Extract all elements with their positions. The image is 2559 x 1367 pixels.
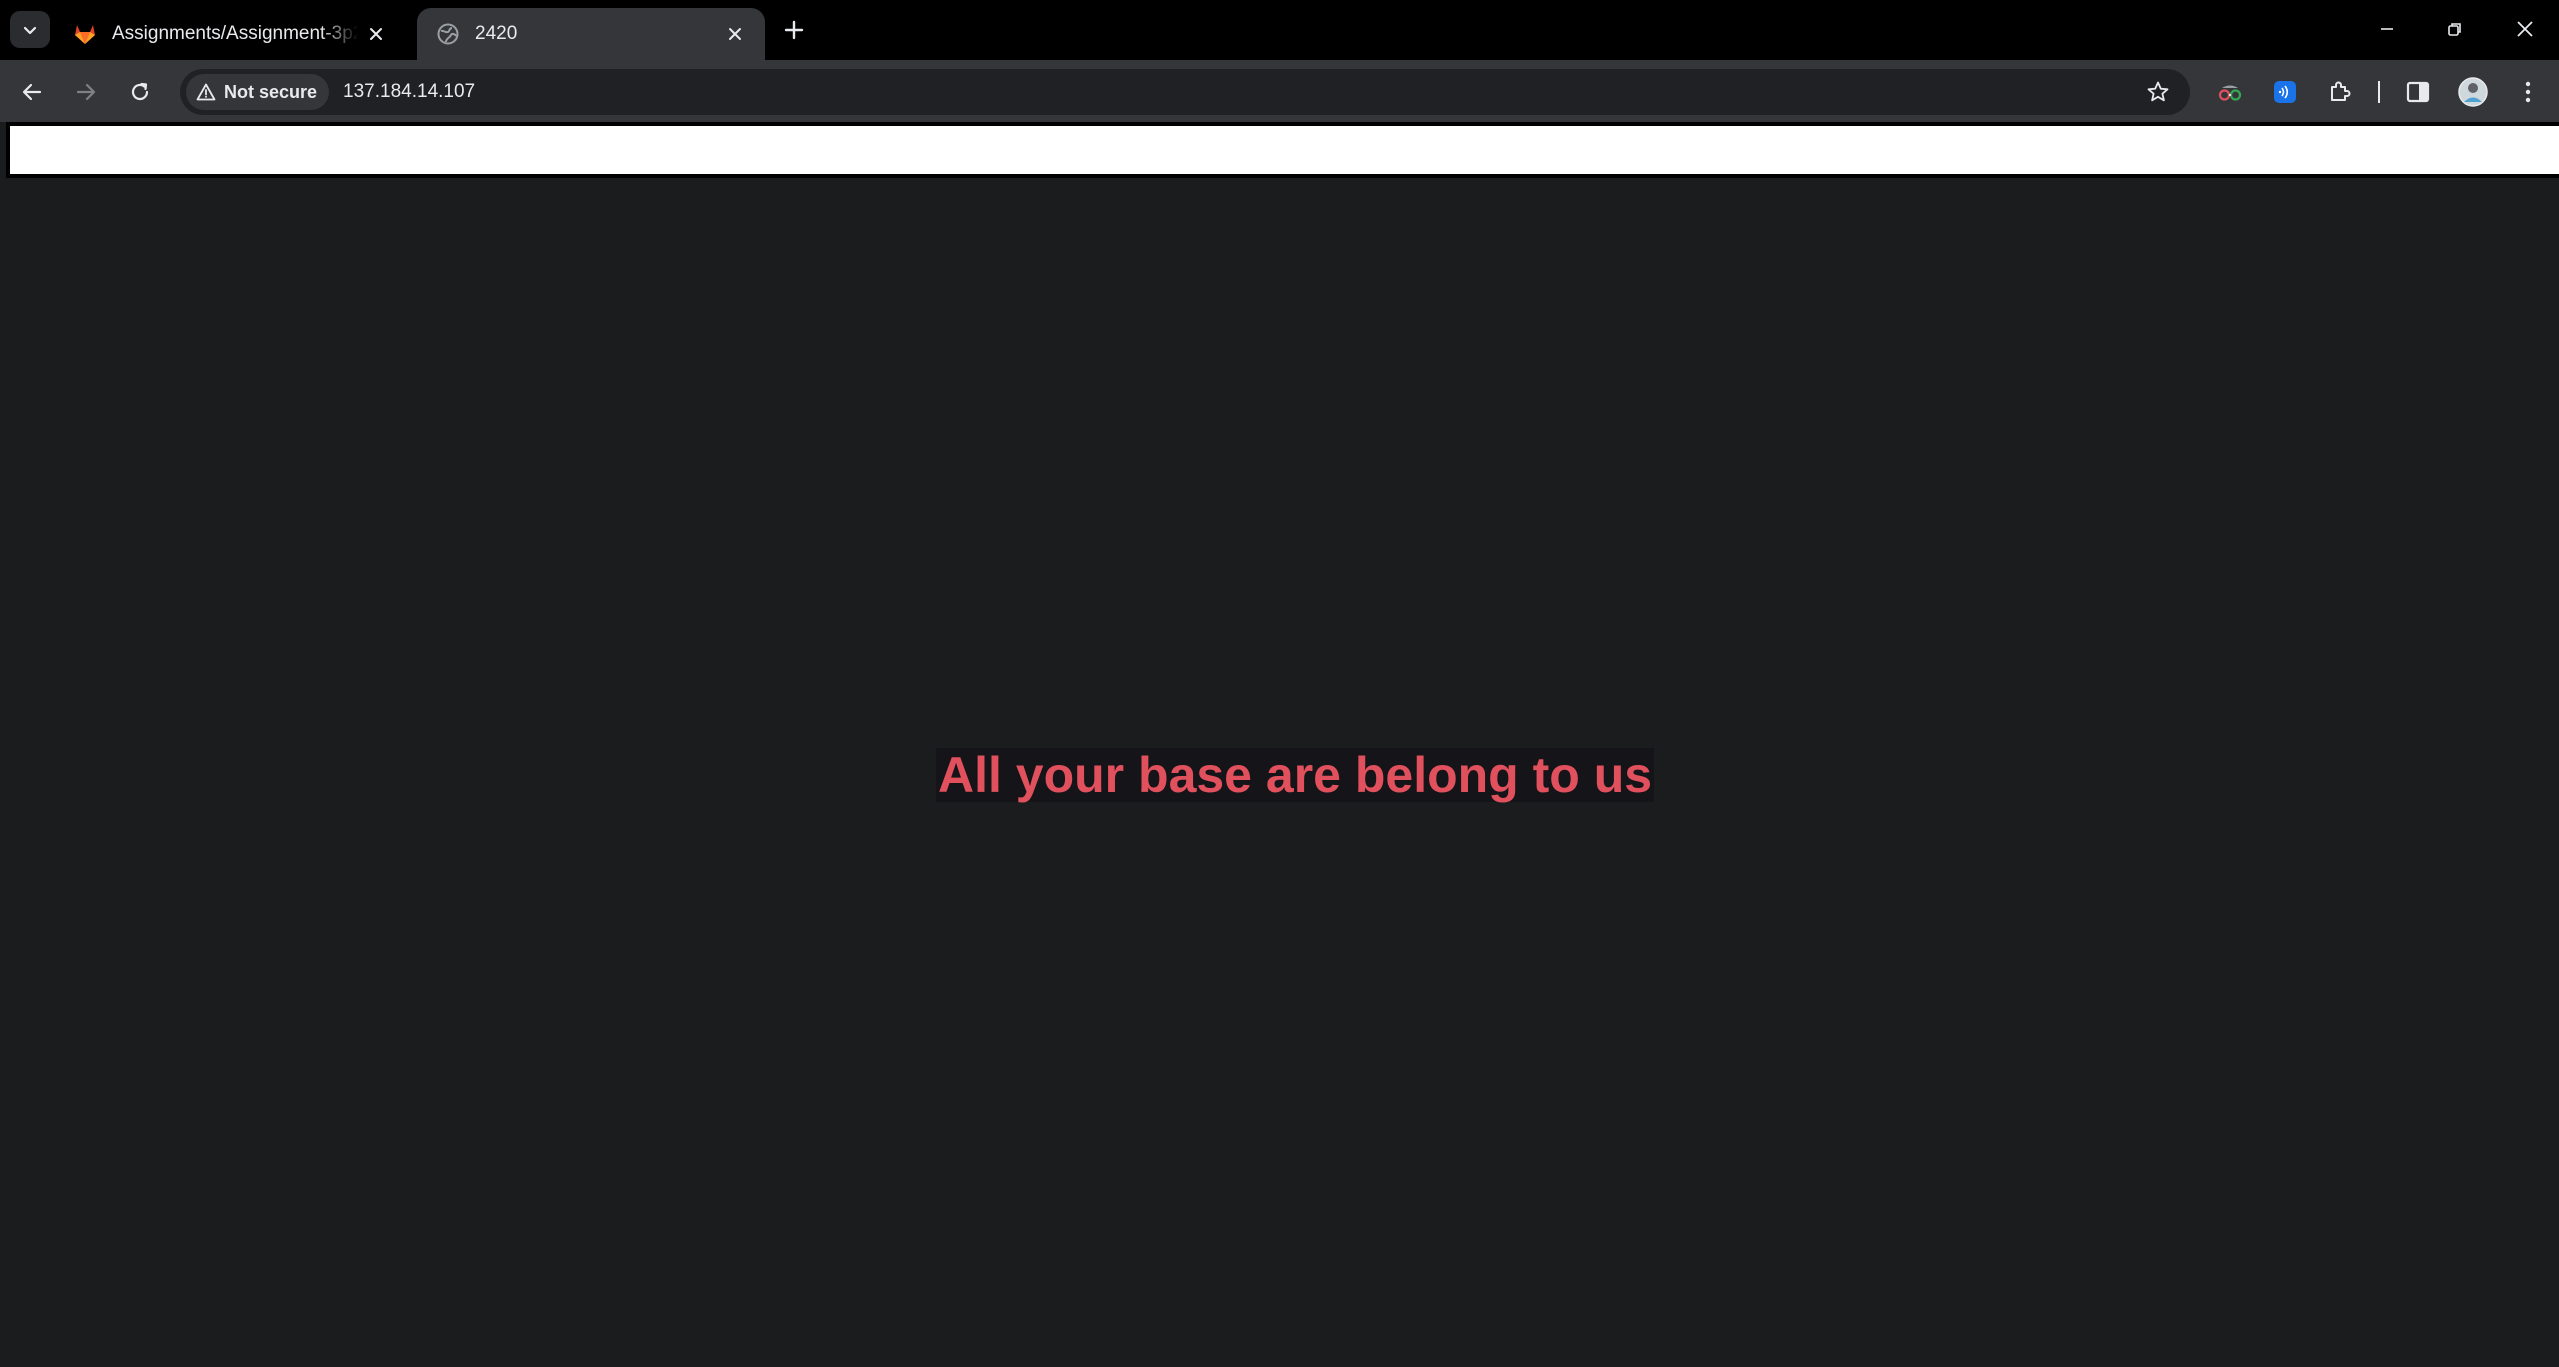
- chevron-down-icon: [23, 26, 37, 34]
- page-headline: All your base are belong to us: [936, 747, 1655, 803]
- minimize-icon: [2381, 28, 2393, 30]
- side-panel-button[interactable]: [2398, 72, 2438, 112]
- kebab-menu-icon: [2525, 81, 2531, 103]
- puzzle-piece-icon: [2331, 81, 2351, 101]
- extension-blue-button[interactable]: [2265, 72, 2305, 112]
- close-icon: [2517, 21, 2533, 37]
- toolbar-separator: [2378, 81, 2380, 103]
- warning-icon: [196, 83, 216, 101]
- extension-spy-button[interactable]: [2210, 72, 2250, 112]
- address-bar[interactable]: Not secure 137.184.14.107: [180, 69, 2190, 115]
- browser-toolbar: Not secure 137.184.14.107: [0, 60, 2559, 122]
- tab-title: Assignments/Assignment-3p2.md: [112, 23, 358, 44]
- close-window-button[interactable]: [2491, 0, 2559, 58]
- tab-search-button[interactable]: [10, 11, 50, 48]
- star-icon: [2147, 81, 2169, 102]
- url-text[interactable]: 137.184.14.107: [343, 81, 475, 103]
- reload-button[interactable]: [120, 72, 160, 112]
- restore-icon: [2448, 23, 2461, 36]
- spy-glasses-icon: [2218, 85, 2242, 101]
- arrow-left-icon: [22, 83, 42, 101]
- close-icon[interactable]: [723, 22, 747, 46]
- forward-button[interactable]: [66, 72, 106, 112]
- arrow-right-icon: [76, 83, 96, 101]
- tab-2420[interactable]: 2420: [417, 8, 765, 60]
- tab-assignments[interactable]: Assignments/Assignment-3p2.md: [54, 8, 406, 60]
- browser-menu-button[interactable]: [2508, 72, 2548, 112]
- bookmark-button[interactable]: [2142, 76, 2174, 108]
- security-label: Not secure: [224, 81, 318, 102]
- tab-title: 2420: [475, 23, 518, 44]
- close-icon[interactable]: [364, 22, 388, 46]
- page-content: All your base are belong to us: [0, 122, 2559, 1367]
- text-input[interactable]: [6, 122, 2559, 178]
- tab-strip: Assignments/Assignment-3p2.md 2420: [0, 0, 2559, 60]
- back-button[interactable]: [12, 72, 52, 112]
- avatar: [2458, 77, 2488, 107]
- gitlab-fox-icon: [72, 21, 98, 47]
- wireless-extension-icon: [2274, 81, 2296, 103]
- minimize-button[interactable]: [2353, 0, 2421, 58]
- extensions-button[interactable]: [2320, 72, 2360, 112]
- security-chip[interactable]: Not secure: [186, 74, 330, 110]
- reload-icon: [131, 82, 149, 101]
- profile-button[interactable]: [2453, 72, 2493, 112]
- globe-icon: [435, 21, 461, 47]
- restore-button[interactable]: [2421, 0, 2489, 58]
- new-tab-button[interactable]: [776, 14, 812, 46]
- side-panel-icon: [2406, 81, 2430, 103]
- plus-icon: [784, 20, 804, 40]
